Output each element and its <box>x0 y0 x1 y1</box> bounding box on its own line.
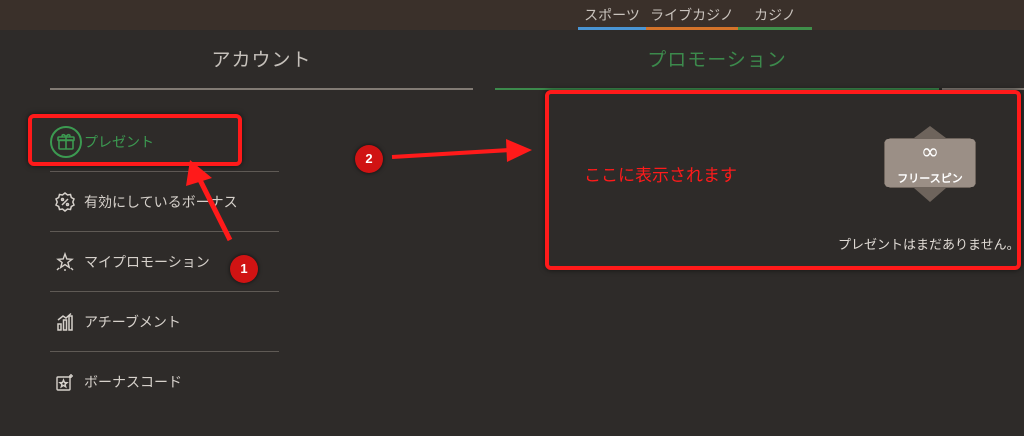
annotation-badge-1: 1 <box>230 255 258 283</box>
annotation-arrows <box>186 139 532 242</box>
annotation-badge-2: 2 <box>355 145 383 173</box>
arrow-2 <box>391 148 511 159</box>
arrow-2-head <box>506 139 532 162</box>
arrow-1 <box>193 170 233 242</box>
